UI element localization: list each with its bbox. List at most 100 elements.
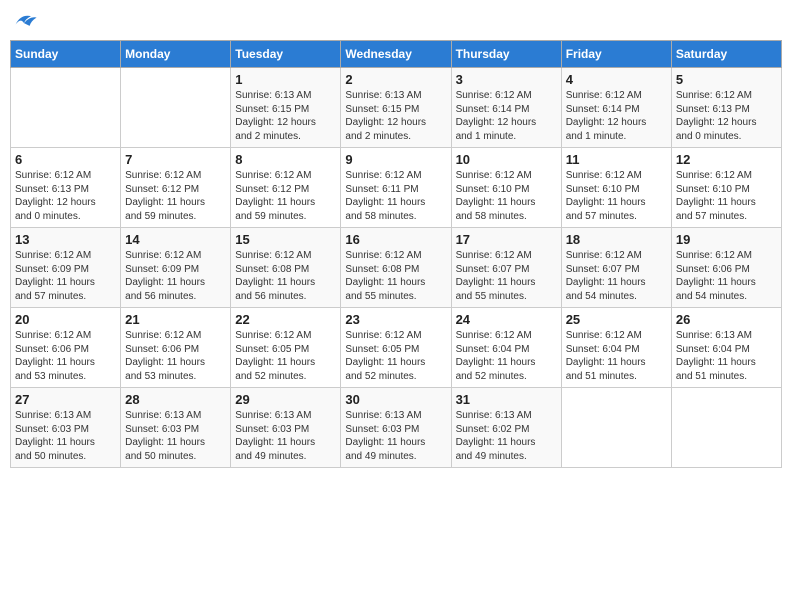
- page-header: [10, 10, 782, 32]
- cell-details: Sunrise: 6:12 AM Sunset: 6:11 PM Dayligh…: [345, 169, 446, 223]
- cell-details: Sunrise: 6:12 AM Sunset: 6:09 PM Dayligh…: [125, 249, 226, 303]
- cell-details: Sunrise: 6:12 AM Sunset: 6:10 PM Dayligh…: [566, 169, 667, 223]
- weekday-header: Monday: [121, 41, 231, 68]
- calendar-cell: 29 Sunrise: 6:13 AM Sunset: 6:03 PM Dayli…: [231, 388, 341, 468]
- weekday-header: Wednesday: [341, 41, 451, 68]
- calendar-cell: 1Sunrise: 6:13 AM Sunset: 6:15 PM Daylig…: [231, 68, 341, 148]
- calendar-cell: 8 Sunrise: 6:12 AM Sunset: 6:12 PM Daylig…: [231, 148, 341, 228]
- day-number: 17: [456, 232, 557, 247]
- day-number: 28: [125, 392, 226, 407]
- day-number: 26: [676, 312, 777, 327]
- calendar-cell: 26 Sunrise: 6:13 AM Sunset: 6:04 PM Dayli…: [671, 308, 781, 388]
- day-number: 4: [566, 72, 667, 87]
- day-number: 6: [15, 152, 116, 167]
- day-number: 29: [235, 392, 336, 407]
- cell-details: Sunrise: 6:12 AM Sunset: 6:10 PM Dayligh…: [676, 169, 777, 223]
- calendar-cell: 13Sunrise: 6:12 AM Sunset: 6:09 PM Dayli…: [11, 228, 121, 308]
- cell-details: Sunrise: 6:12 AM Sunset: 6:12 PM Dayligh…: [235, 169, 336, 223]
- calendar-cell: 25 Sunrise: 6:12 AM Sunset: 6:04 PM Dayli…: [561, 308, 671, 388]
- day-number: 23: [345, 312, 446, 327]
- cell-details: Sunrise: 6:12 AM Sunset: 6:12 PM Dayligh…: [125, 169, 226, 223]
- day-number: 31: [456, 392, 557, 407]
- cell-details: Sunrise: 6:13 AM Sunset: 6:03 PM Dayligh…: [125, 409, 226, 463]
- cell-details: Sunrise: 6:12 AM Sunset: 6:13 PM Dayligh…: [15, 169, 116, 223]
- calendar-cell: 20Sunrise: 6:12 AM Sunset: 6:06 PM Dayli…: [11, 308, 121, 388]
- cell-details: Sunrise: 6:13 AM Sunset: 6:02 PM Dayligh…: [456, 409, 557, 463]
- day-number: 9: [345, 152, 446, 167]
- cell-details: Sunrise: 6:12 AM Sunset: 6:05 PM Dayligh…: [235, 329, 336, 383]
- calendar-cell: 9 Sunrise: 6:12 AM Sunset: 6:11 PM Daylig…: [341, 148, 451, 228]
- calendar-body: 1Sunrise: 6:13 AM Sunset: 6:15 PM Daylig…: [11, 68, 782, 468]
- day-number: 18: [566, 232, 667, 247]
- cell-details: Sunrise: 6:12 AM Sunset: 6:06 PM Dayligh…: [676, 249, 777, 303]
- logo-icon: [10, 10, 38, 32]
- cell-details: Sunrise: 6:12 AM Sunset: 6:07 PM Dayligh…: [566, 249, 667, 303]
- calendar-cell: 24Sunrise: 6:12 AM Sunset: 6:04 PM Dayli…: [451, 308, 561, 388]
- cell-details: Sunrise: 6:12 AM Sunset: 6:08 PM Dayligh…: [235, 249, 336, 303]
- cell-details: Sunrise: 6:13 AM Sunset: 6:15 PM Dayligh…: [345, 89, 446, 143]
- weekday-header: Tuesday: [231, 41, 341, 68]
- calendar-cell: 27 Sunrise: 6:13 AM Sunset: 6:03 PM Dayli…: [11, 388, 121, 468]
- day-number: 15: [235, 232, 336, 247]
- calendar-cell: [671, 388, 781, 468]
- calendar-week-row: 13 Sunrise: 6:12 AM Sunset: 6:09 PM Dayli…: [11, 228, 782, 308]
- calendar-cell: 11 Sunrise: 6:12 AM Sunset: 6:10 PM Dayli…: [561, 148, 671, 228]
- logo: [10, 10, 42, 32]
- weekday-header: Saturday: [671, 41, 781, 68]
- calendar-cell: 3 Sunrise: 6:12 AM Sunset: 6:14 PM Daylig…: [451, 68, 561, 148]
- cell-details: Sunrise: 6:12 AM Sunset: 6:10 PM Dayligh…: [456, 169, 557, 223]
- cell-details: Sunrise: 6:12 AM Sunset: 6:07 PM Dayligh…: [456, 249, 557, 303]
- calendar-week-row: 27 Sunrise: 6:13 AM Sunset: 6:03 PM Dayli…: [11, 388, 782, 468]
- day-number: 5: [676, 72, 777, 87]
- day-number: 21: [125, 312, 226, 327]
- calendar-cell: 5 Sunrise: 6:12 AM Sunset: 6:13 PM Daylig…: [671, 68, 781, 148]
- cell-details: Sunrise: 6:13 AM Sunset: 6:03 PM Dayligh…: [15, 409, 116, 463]
- day-number: 8: [235, 152, 336, 167]
- calendar-cell: 7 Sunrise: 6:12 AM Sunset: 6:12 PM Daylig…: [121, 148, 231, 228]
- calendar-cell: 4Sunrise: 6:12 AM Sunset: 6:14 PM Daylig…: [561, 68, 671, 148]
- calendar-cell: 10Sunrise: 6:12 AM Sunset: 6:10 PM Dayli…: [451, 148, 561, 228]
- day-number: 12: [676, 152, 777, 167]
- calendar-cell: [11, 68, 121, 148]
- day-number: 19: [676, 232, 777, 247]
- calendar-cell: 28 Sunrise: 6:13 AM Sunset: 6:03 PM Dayli…: [121, 388, 231, 468]
- cell-details: Sunrise: 6:13 AM Sunset: 6:03 PM Dayligh…: [345, 409, 446, 463]
- day-number: 30: [345, 392, 446, 407]
- calendar-cell: 23 Sunrise: 6:12 AM Sunset: 6:05 PM Dayli…: [341, 308, 451, 388]
- day-number: 25: [566, 312, 667, 327]
- weekday-header: Friday: [561, 41, 671, 68]
- day-number: 2: [345, 72, 446, 87]
- calendar-cell: 18 Sunrise: 6:12 AM Sunset: 6:07 PM Dayli…: [561, 228, 671, 308]
- cell-details: Sunrise: 6:12 AM Sunset: 6:14 PM Dayligh…: [456, 89, 557, 143]
- day-number: 16: [345, 232, 446, 247]
- calendar-cell: 30 Sunrise: 6:13 AM Sunset: 6:03 PM Dayli…: [341, 388, 451, 468]
- day-number: 13: [15, 232, 116, 247]
- day-number: 7: [125, 152, 226, 167]
- cell-details: Sunrise: 6:12 AM Sunset: 6:06 PM Dayligh…: [125, 329, 226, 383]
- day-number: 3: [456, 72, 557, 87]
- weekday-header: Thursday: [451, 41, 561, 68]
- day-number: 22: [235, 312, 336, 327]
- cell-details: Sunrise: 6:13 AM Sunset: 6:04 PM Dayligh…: [676, 329, 777, 383]
- day-number: 27: [15, 392, 116, 407]
- cell-details: Sunrise: 6:13 AM Sunset: 6:03 PM Dayligh…: [235, 409, 336, 463]
- calendar-week-row: 1Sunrise: 6:13 AM Sunset: 6:15 PM Daylig…: [11, 68, 782, 148]
- calendar-cell: 19 Sunrise: 6:12 AM Sunset: 6:06 PM Dayli…: [671, 228, 781, 308]
- calendar-week-row: 6 Sunrise: 6:12 AM Sunset: 6:13 PM Daylig…: [11, 148, 782, 228]
- cell-details: Sunrise: 6:12 AM Sunset: 6:13 PM Dayligh…: [676, 89, 777, 143]
- weekday-header: Sunday: [11, 41, 121, 68]
- day-number: 11: [566, 152, 667, 167]
- calendar-cell: 12 Sunrise: 6:12 AM Sunset: 6:10 PM Dayli…: [671, 148, 781, 228]
- cell-details: Sunrise: 6:12 AM Sunset: 6:04 PM Dayligh…: [456, 329, 557, 383]
- calendar-cell: [121, 68, 231, 148]
- day-number: 14: [125, 232, 226, 247]
- calendar-cell: 14 Sunrise: 6:12 AM Sunset: 6:09 PM Dayli…: [121, 228, 231, 308]
- calendar-week-row: 20 Sunrise: 6:12 AM Sunset: 6:06 PM Dayli…: [11, 308, 782, 388]
- cell-details: Sunrise: 6:12 AM Sunset: 6:04 PM Dayligh…: [566, 329, 667, 383]
- calendar-cell: 2 Sunrise: 6:13 AM Sunset: 6:15 PM Daylig…: [341, 68, 451, 148]
- calendar-cell: 22 Sunrise: 6:12 AM Sunset: 6:05 PM Dayli…: [231, 308, 341, 388]
- header-row: SundayMondayTuesdayWednesdayThursdayFrid…: [11, 41, 782, 68]
- day-number: 20: [15, 312, 116, 327]
- calendar-cell: 6 Sunrise: 6:12 AM Sunset: 6:13 PM Daylig…: [11, 148, 121, 228]
- cell-details: Sunrise: 6:12 AM Sunset: 6:05 PM Dayligh…: [345, 329, 446, 383]
